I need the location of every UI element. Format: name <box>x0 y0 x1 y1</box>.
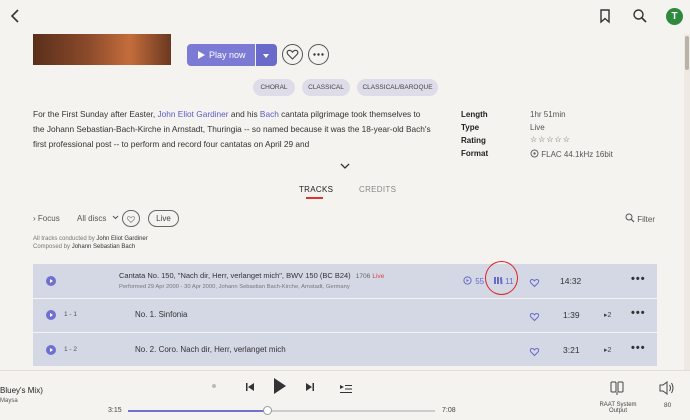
active-tab-indicator <box>306 197 323 199</box>
user-avatar[interactable]: T <box>666 8 683 25</box>
chevron-down-icon <box>263 54 269 58</box>
track-title[interactable]: No. 2. Coro. Nach dir, Herr, verlanget m… <box>135 345 286 354</box>
more-options-button[interactable] <box>308 44 329 65</box>
scrollbar-track[interactable] <box>684 34 690 370</box>
genre-tag-choral[interactable]: CHORAL <box>253 79 295 96</box>
work-performed-line: Performed 29 Apr 2000 - 30 Apr 2000, Joh… <box>119 284 350 290</box>
expand-description-chevron-icon[interactable] <box>340 162 350 172</box>
filter-button[interactable]: Filter <box>625 213 655 224</box>
track-number: 1 - 1 <box>64 311 78 318</box>
conductor-link[interactable]: John Eliot Gardiner <box>96 236 147 242</box>
top-bar: T <box>0 0 690 34</box>
scrollbar-thumb[interactable] <box>685 36 689 70</box>
search-icon[interactable] <box>632 8 650 26</box>
album-cover <box>33 34 171 65</box>
meta-length-value: 1hr 51min <box>530 110 566 119</box>
previous-track-icon[interactable] <box>244 380 256 398</box>
play-now-button[interactable]: Play now <box>187 44 255 66</box>
favorite-album-button[interactable] <box>282 44 303 65</box>
heart-icon[interactable] <box>529 275 540 288</box>
meta-type-label: Type <box>461 123 480 132</box>
rating-stars[interactable]: ☆☆☆☆☆ <box>530 135 571 144</box>
heart-icon <box>286 49 299 60</box>
work-title[interactable]: Cantata No. 150, "Nach dir, Herr, verlan… <box>119 271 351 280</box>
track-row-1[interactable]: 1 - 1 No. 1. Sinfonia 1:39 ▸2 ••• <box>33 299 657 332</box>
favorite-filter-button[interactable] <box>122 210 140 227</box>
play-work-button[interactable] <box>46 276 56 286</box>
all-discs-dropdown[interactable]: All discs <box>77 214 119 223</box>
play-pause-icon[interactable] <box>272 377 288 400</box>
track-versions[interactable]: ▸2 <box>604 346 611 354</box>
genre-tag-baroque[interactable]: CLASSICAL/BAROQUE <box>357 79 438 96</box>
composer-link[interactable]: Johann Sebastian Bach <box>72 244 135 250</box>
tab-tracks[interactable]: TRACKS <box>299 185 333 194</box>
meta-rating-label: Rating <box>461 136 486 145</box>
play-options-dropdown[interactable] <box>256 44 277 66</box>
play-track-button[interactable] <box>46 345 56 355</box>
conducted-by-line: All tracks conducted by John Eliot Gardi… <box>33 236 148 242</box>
play-now-label: Play now <box>209 50 246 60</box>
track-more-icon[interactable]: ••• <box>631 342 646 354</box>
search-icon <box>625 213 635 223</box>
track-versions[interactable]: ▸2 <box>604 311 611 319</box>
work-year: 1706 <box>355 273 371 280</box>
track-row-2[interactable]: 1 - 2 No. 2. Coro. Nach dir, Herr, verla… <box>33 333 657 366</box>
artist-link-gardiner[interactable]: John Eliot Gardiner <box>158 109 229 119</box>
work-duration: 14:32 <box>560 276 582 286</box>
volume-icon[interactable] <box>658 380 676 401</box>
track-duration: 3:21 <box>563 345 580 355</box>
zone-name[interactable]: RAAT System Output <box>598 402 638 414</box>
heart-icon <box>126 216 136 224</box>
genre-tag-classical[interactable]: CLASSICAL <box>302 79 350 96</box>
meta-format-value: FLAC 44.1kHz 16bit <box>530 149 613 159</box>
seek-bar-progress <box>128 410 268 412</box>
volume-level: 80 <box>664 402 672 409</box>
back-arrow-icon[interactable] <box>8 7 26 27</box>
play-track-button[interactable] <box>46 310 56 320</box>
track-number: 1 - 2 <box>64 346 78 353</box>
elapsed-time: 3:15 <box>108 407 122 414</box>
chevron-right-icon: › <box>33 214 36 223</box>
meta-type-value: Live <box>530 123 545 132</box>
heart-icon[interactable] <box>529 344 540 357</box>
chevron-down-icon <box>112 215 118 220</box>
focus-button[interactable]: › Focus <box>33 214 60 223</box>
next-track-icon[interactable] <box>304 380 316 398</box>
ellipsis-icon <box>313 53 324 56</box>
plays-icon <box>463 276 472 285</box>
bookmark-icon[interactable] <box>598 8 616 26</box>
composed-by-line: Composed by Johann Sebastian Bach <box>33 244 136 250</box>
play-icon <box>198 51 205 59</box>
composer-link-bach[interactable]: Bach <box>260 109 279 119</box>
annotation-circle <box>485 261 518 295</box>
now-playing-title[interactable]: Bluey's Mix) <box>0 386 43 395</box>
plays-counter[interactable]: 55 <box>463 276 484 286</box>
tab-credits[interactable]: CREDITS <box>359 185 396 194</box>
zone-speaker-icon[interactable] <box>609 380 625 401</box>
meta-format-label: Format <box>461 149 489 158</box>
live-badge: Live <box>372 273 385 280</box>
live-filter-pill[interactable]: Live <box>148 210 179 227</box>
meta-length-label: Length <box>461 110 488 119</box>
heart-icon[interactable] <box>529 309 540 322</box>
radio-indicator-icon[interactable] <box>212 384 216 388</box>
album-description: For the First Sunday after Easter, John … <box>33 109 431 149</box>
track-duration: 1:39 <box>563 310 580 320</box>
track-more-icon[interactable]: ••• <box>631 307 646 319</box>
work-row[interactable]: Cantata No. 150, "Nach dir, Herr, verlan… <box>33 261 657 298</box>
track-title[interactable]: No. 1. Sinfonia <box>135 310 187 319</box>
signal-path-icon <box>530 149 539 158</box>
work-title-line: Cantata No. 150, "Nach dir, Herr, verlan… <box>119 271 384 280</box>
queue-icon[interactable] <box>340 381 352 399</box>
total-time: 7:08 <box>442 407 456 414</box>
now-playing-artist[interactable]: Maysa <box>0 398 18 404</box>
work-more-icon[interactable]: ••• <box>631 273 646 285</box>
